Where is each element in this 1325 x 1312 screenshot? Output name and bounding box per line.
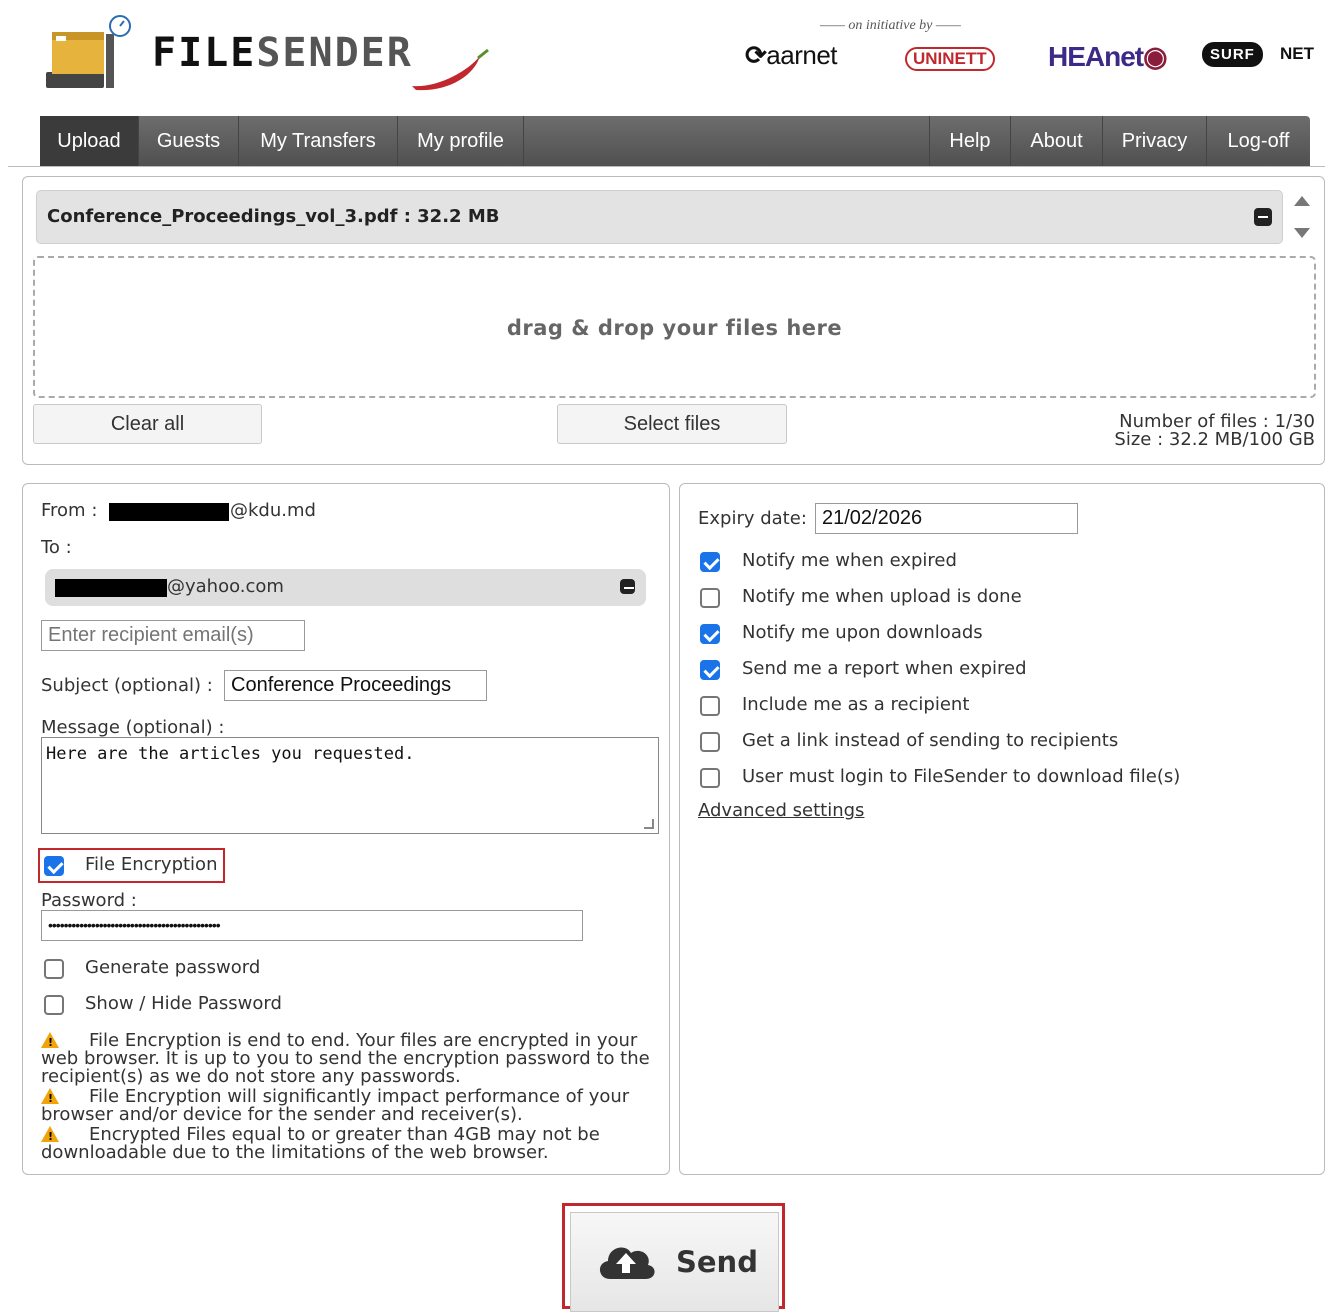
filesender-wordmark: FILESENDER bbox=[152, 30, 413, 76]
password-label: Password : bbox=[41, 890, 137, 911]
heanet-logo: HEAnet◉ bbox=[1048, 41, 1168, 72]
from-label: From : bbox=[41, 500, 98, 521]
generate-password-label: Generate password bbox=[85, 957, 261, 978]
option-label-5: Get a link instead of sending to recipie… bbox=[742, 730, 1119, 751]
option-label-3: Send me a report when expired bbox=[742, 658, 1027, 679]
warning-item: Encrypted Files equal to or greater than… bbox=[41, 1124, 651, 1162]
recipient-item: @yahoo.com bbox=[45, 569, 646, 606]
file-dropzone[interactable]: drag & drop your files here bbox=[33, 256, 1316, 398]
subject-label: Subject (optional) : bbox=[41, 675, 213, 696]
expiry-date-input[interactable]: 21/02/2026 bbox=[815, 503, 1078, 534]
option-label-0: Notify me when expired bbox=[742, 550, 957, 571]
scroll-up-icon[interactable] bbox=[1294, 196, 1310, 206]
redacted-sender bbox=[109, 503, 229, 521]
uninett-logo: UNINETT bbox=[905, 47, 995, 71]
recipient-email-input[interactable]: Enter recipient email(s) bbox=[41, 620, 305, 651]
surfnet-logo: NET bbox=[1280, 44, 1314, 63]
nav-divider bbox=[8, 166, 1325, 167]
warning-icon bbox=[41, 1126, 59, 1146]
file-encryption-checkbox[interactable] bbox=[44, 856, 64, 876]
nav-help[interactable]: Help bbox=[929, 116, 1011, 166]
option-checkbox-3[interactable] bbox=[700, 660, 720, 680]
option-label-4: Include me as a recipient bbox=[742, 694, 970, 715]
chili-pepper-icon bbox=[408, 46, 490, 96]
from-domain: @kdu.md bbox=[230, 500, 316, 521]
option-label-1: Notify me when upload is done bbox=[742, 586, 1022, 607]
cloud-upload-icon bbox=[596, 1237, 656, 1285]
encryption-warnings: File Encryption is end to end. Your file… bbox=[41, 1030, 651, 1162]
option-checkbox-1[interactable] bbox=[700, 588, 720, 608]
file-list-item: Conference_Proceedings_vol_3.pdf : 32.2 … bbox=[36, 190, 1283, 244]
nav-upload[interactable]: Upload bbox=[40, 116, 139, 166]
message-label: Message (optional) : bbox=[41, 717, 225, 738]
advanced-settings-link[interactable]: Advanced settings bbox=[698, 800, 864, 821]
option-checkbox-4[interactable] bbox=[700, 696, 720, 716]
nav-about[interactable]: About bbox=[1011, 116, 1103, 166]
option-checkbox-2[interactable] bbox=[700, 624, 720, 644]
select-files-button[interactable]: Select files bbox=[557, 404, 787, 444]
nav-my-transfers[interactable]: My Transfers bbox=[239, 116, 398, 166]
nav-log-off[interactable]: Log-off bbox=[1207, 116, 1310, 166]
recipient-domain: @yahoo.com bbox=[167, 576, 284, 597]
initiative-caption: —— on initiative by —— bbox=[820, 18, 961, 33]
warning-item: File Encryption is end to end. Your file… bbox=[41, 1030, 651, 1086]
option-checkbox-0[interactable] bbox=[700, 552, 720, 572]
scroll-down-icon[interactable] bbox=[1294, 228, 1310, 238]
filesender-logo-icon bbox=[44, 14, 134, 94]
main-nav: Upload Guests My Transfers My profile He… bbox=[40, 116, 1310, 166]
redacted-recipient bbox=[55, 579, 167, 597]
nav-privacy[interactable]: Privacy bbox=[1103, 116, 1207, 166]
aarnet-logo: ⟳aarnet bbox=[745, 40, 838, 70]
warning-item: File Encryption will significantly impac… bbox=[41, 1086, 651, 1124]
nav-guests[interactable]: Guests bbox=[139, 116, 239, 166]
option-label-6: User must login to FileSender to downloa… bbox=[742, 766, 1181, 787]
file-encryption-label: File Encryption bbox=[85, 854, 218, 875]
option-checkbox-5[interactable] bbox=[700, 732, 720, 752]
message-text: Here are the articles you requested. bbox=[46, 744, 415, 764]
option-label-2: Notify me upon downloads bbox=[742, 622, 983, 643]
file-name-size: Conference_Proceedings_vol_3.pdf : 32.2 … bbox=[47, 206, 500, 227]
remove-recipient-icon[interactable] bbox=[620, 579, 635, 594]
expiry-date-label: Expiry date: bbox=[698, 508, 807, 529]
remove-file-icon[interactable] bbox=[1254, 208, 1272, 226]
subject-input[interactable]: Conference Proceedings bbox=[224, 670, 487, 701]
send-label: Send bbox=[676, 1245, 758, 1279]
to-label: To : bbox=[41, 537, 72, 558]
surf-logo: SURF bbox=[1202, 42, 1263, 67]
resize-grip-icon[interactable] bbox=[644, 819, 654, 829]
clear-all-button[interactable]: Clear all bbox=[33, 404, 262, 444]
option-checkbox-6[interactable] bbox=[700, 768, 720, 788]
message-textarea[interactable]: Here are the articles you requested. bbox=[41, 737, 659, 834]
warning-icon bbox=[41, 1032, 59, 1052]
generate-password-checkbox[interactable] bbox=[44, 959, 64, 979]
dropzone-label: drag & drop your files here bbox=[506, 316, 843, 340]
file-stats: Number of files : 1/30 Size : 32.2 MB/10… bbox=[1114, 413, 1315, 449]
warning-icon bbox=[41, 1088, 59, 1108]
show-hide-password-checkbox[interactable] bbox=[44, 995, 64, 1015]
password-input[interactable]: ••••••••••••••••••••••••••••••••••••••••… bbox=[41, 910, 583, 941]
file-size-total: Size : 32.2 MB/100 GB bbox=[1114, 429, 1315, 450]
nav-my-profile[interactable]: My profile bbox=[398, 116, 524, 166]
show-hide-password-label: Show / Hide Password bbox=[85, 993, 282, 1014]
